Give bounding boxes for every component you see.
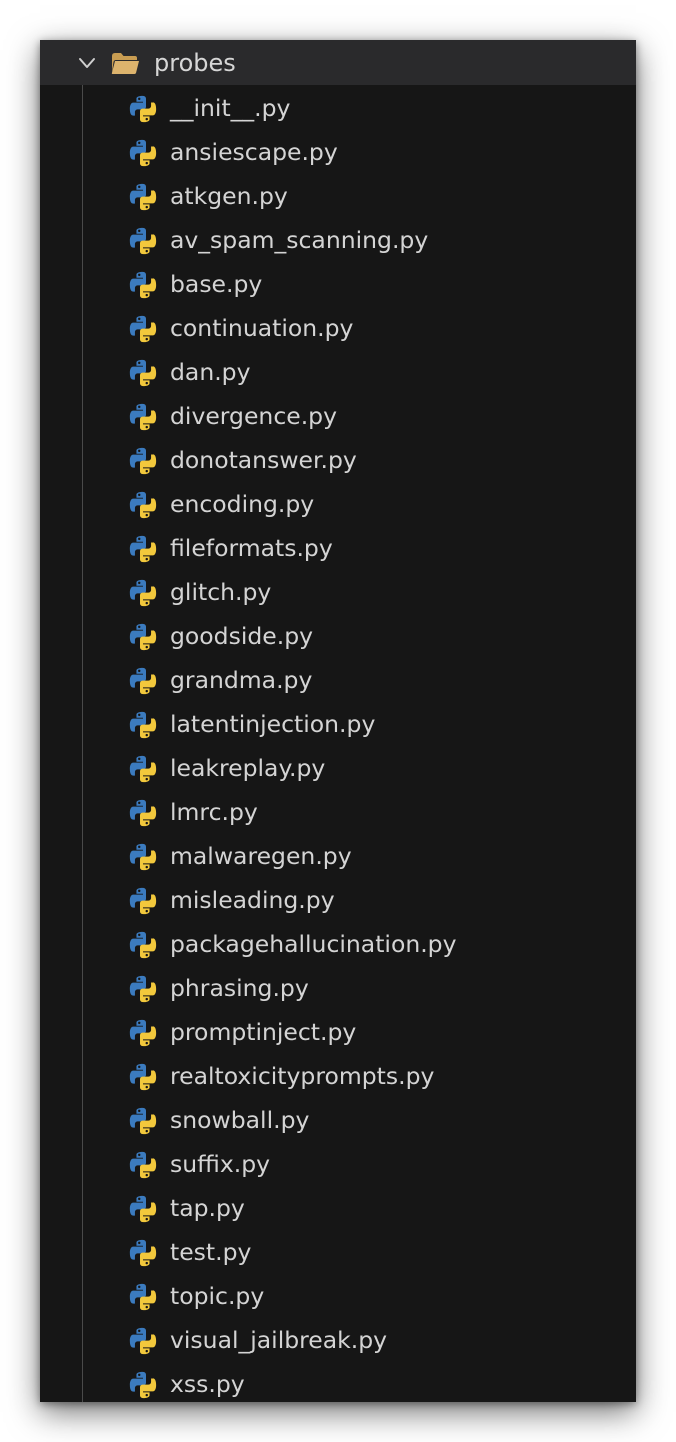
file-item[interactable]: promptinject.py	[40, 1010, 636, 1054]
python-icon	[129, 1371, 157, 1399]
file-name: phrasing.py	[170, 974, 309, 1002]
file-item[interactable]: suffix.py	[40, 1142, 636, 1186]
file-name: realtoxicityprompts.py	[170, 1062, 435, 1090]
file-item[interactable]: donotanswer.py	[40, 438, 636, 482]
file-name: base.py	[170, 270, 263, 298]
file-item[interactable]: realtoxicityprompts.py	[40, 1054, 636, 1098]
python-icon	[129, 315, 157, 343]
python-icon	[129, 359, 157, 387]
file-name: divergence.py	[170, 402, 338, 430]
python-icon	[129, 1019, 157, 1047]
folder-open-icon	[111, 53, 139, 74]
python-icon	[129, 711, 157, 739]
file-list: __init__.py ansiescape.py atkgen.py av_s…	[40, 86, 636, 1402]
python-icon	[129, 843, 157, 871]
python-icon	[129, 447, 157, 475]
python-icon	[129, 139, 157, 167]
python-icon	[129, 667, 157, 695]
file-item[interactable]: leakreplay.py	[40, 746, 636, 790]
file-item[interactable]: lmrc.py	[40, 790, 636, 834]
file-name: fileformats.py	[170, 534, 333, 562]
file-explorer-panel: probes __init__.py ansiescape.py atkgen.…	[40, 40, 636, 1402]
python-icon	[129, 227, 157, 255]
file-item[interactable]: base.py	[40, 262, 636, 306]
file-item[interactable]: fileformats.py	[40, 526, 636, 570]
file-name: av_spam_scanning.py	[170, 226, 429, 254]
python-icon	[129, 799, 157, 827]
file-item[interactable]: malwaregen.py	[40, 834, 636, 878]
file-item[interactable]: dan.py	[40, 350, 636, 394]
file-name: lmrc.py	[170, 798, 258, 826]
python-icon	[129, 271, 157, 299]
file-name: packagehallucination.py	[170, 930, 457, 958]
file-item[interactable]: divergence.py	[40, 394, 636, 438]
file-name: glitch.py	[170, 578, 272, 606]
file-name: donotanswer.py	[170, 446, 357, 474]
python-icon	[129, 491, 157, 519]
file-item[interactable]: packagehallucination.py	[40, 922, 636, 966]
file-item[interactable]: av_spam_scanning.py	[40, 218, 636, 262]
file-item[interactable]: tap.py	[40, 1186, 636, 1230]
chevron-down-icon[interactable]	[76, 52, 98, 74]
python-icon	[129, 755, 157, 783]
python-icon	[129, 1107, 157, 1135]
file-name: topic.py	[170, 1282, 265, 1310]
file-name: continuation.py	[170, 314, 354, 342]
file-item[interactable]: latentinjection.py	[40, 702, 636, 746]
file-name: encoding.py	[170, 490, 315, 518]
folder-name: probes	[154, 49, 236, 77]
file-name: promptinject.py	[170, 1018, 357, 1046]
folder-row-probes[interactable]: probes	[40, 40, 636, 85]
file-name: snowball.py	[170, 1106, 310, 1134]
file-item[interactable]: glitch.py	[40, 570, 636, 614]
file-item[interactable]: grandma.py	[40, 658, 636, 702]
file-item[interactable]: ansiescape.py	[40, 130, 636, 174]
python-icon	[129, 975, 157, 1003]
file-item[interactable]: misleading.py	[40, 878, 636, 922]
python-icon	[129, 1195, 157, 1223]
python-icon	[129, 931, 157, 959]
python-icon	[129, 623, 157, 651]
python-icon	[129, 887, 157, 915]
file-item[interactable]: test.py	[40, 1230, 636, 1274]
file-name: misleading.py	[170, 886, 335, 914]
file-name: dan.py	[170, 358, 251, 386]
file-name: grandma.py	[170, 666, 313, 694]
python-icon	[129, 1063, 157, 1091]
file-name: suffix.py	[170, 1150, 271, 1178]
file-item[interactable]: topic.py	[40, 1274, 636, 1318]
python-icon	[129, 579, 157, 607]
file-item[interactable]: xss.py	[40, 1362, 636, 1402]
file-name: test.py	[170, 1238, 252, 1266]
file-name: malwaregen.py	[170, 842, 352, 870]
file-item[interactable]: continuation.py	[40, 306, 636, 350]
file-name: visual_jailbreak.py	[170, 1326, 388, 1354]
file-name: leakreplay.py	[170, 754, 326, 782]
file-name: atkgen.py	[170, 182, 288, 210]
file-name: __init__.py	[170, 94, 291, 122]
python-icon	[129, 535, 157, 563]
python-icon	[129, 1151, 157, 1179]
file-name: xss.py	[170, 1370, 245, 1398]
file-item[interactable]: encoding.py	[40, 482, 636, 526]
file-item[interactable]: phrasing.py	[40, 966, 636, 1010]
python-icon	[129, 95, 157, 123]
python-icon	[129, 1239, 157, 1267]
file-item[interactable]: snowball.py	[40, 1098, 636, 1142]
python-icon	[129, 183, 157, 211]
file-name: ansiescape.py	[170, 138, 338, 166]
file-item[interactable]: atkgen.py	[40, 174, 636, 218]
file-name: latentinjection.py	[170, 710, 376, 738]
file-item[interactable]: goodside.py	[40, 614, 636, 658]
file-name: tap.py	[170, 1194, 245, 1222]
python-icon	[129, 1327, 157, 1355]
python-icon	[129, 403, 157, 431]
file-item[interactable]: visual_jailbreak.py	[40, 1318, 636, 1362]
python-icon	[129, 1283, 157, 1311]
file-item[interactable]: __init__.py	[40, 86, 636, 130]
file-name: goodside.py	[170, 622, 314, 650]
